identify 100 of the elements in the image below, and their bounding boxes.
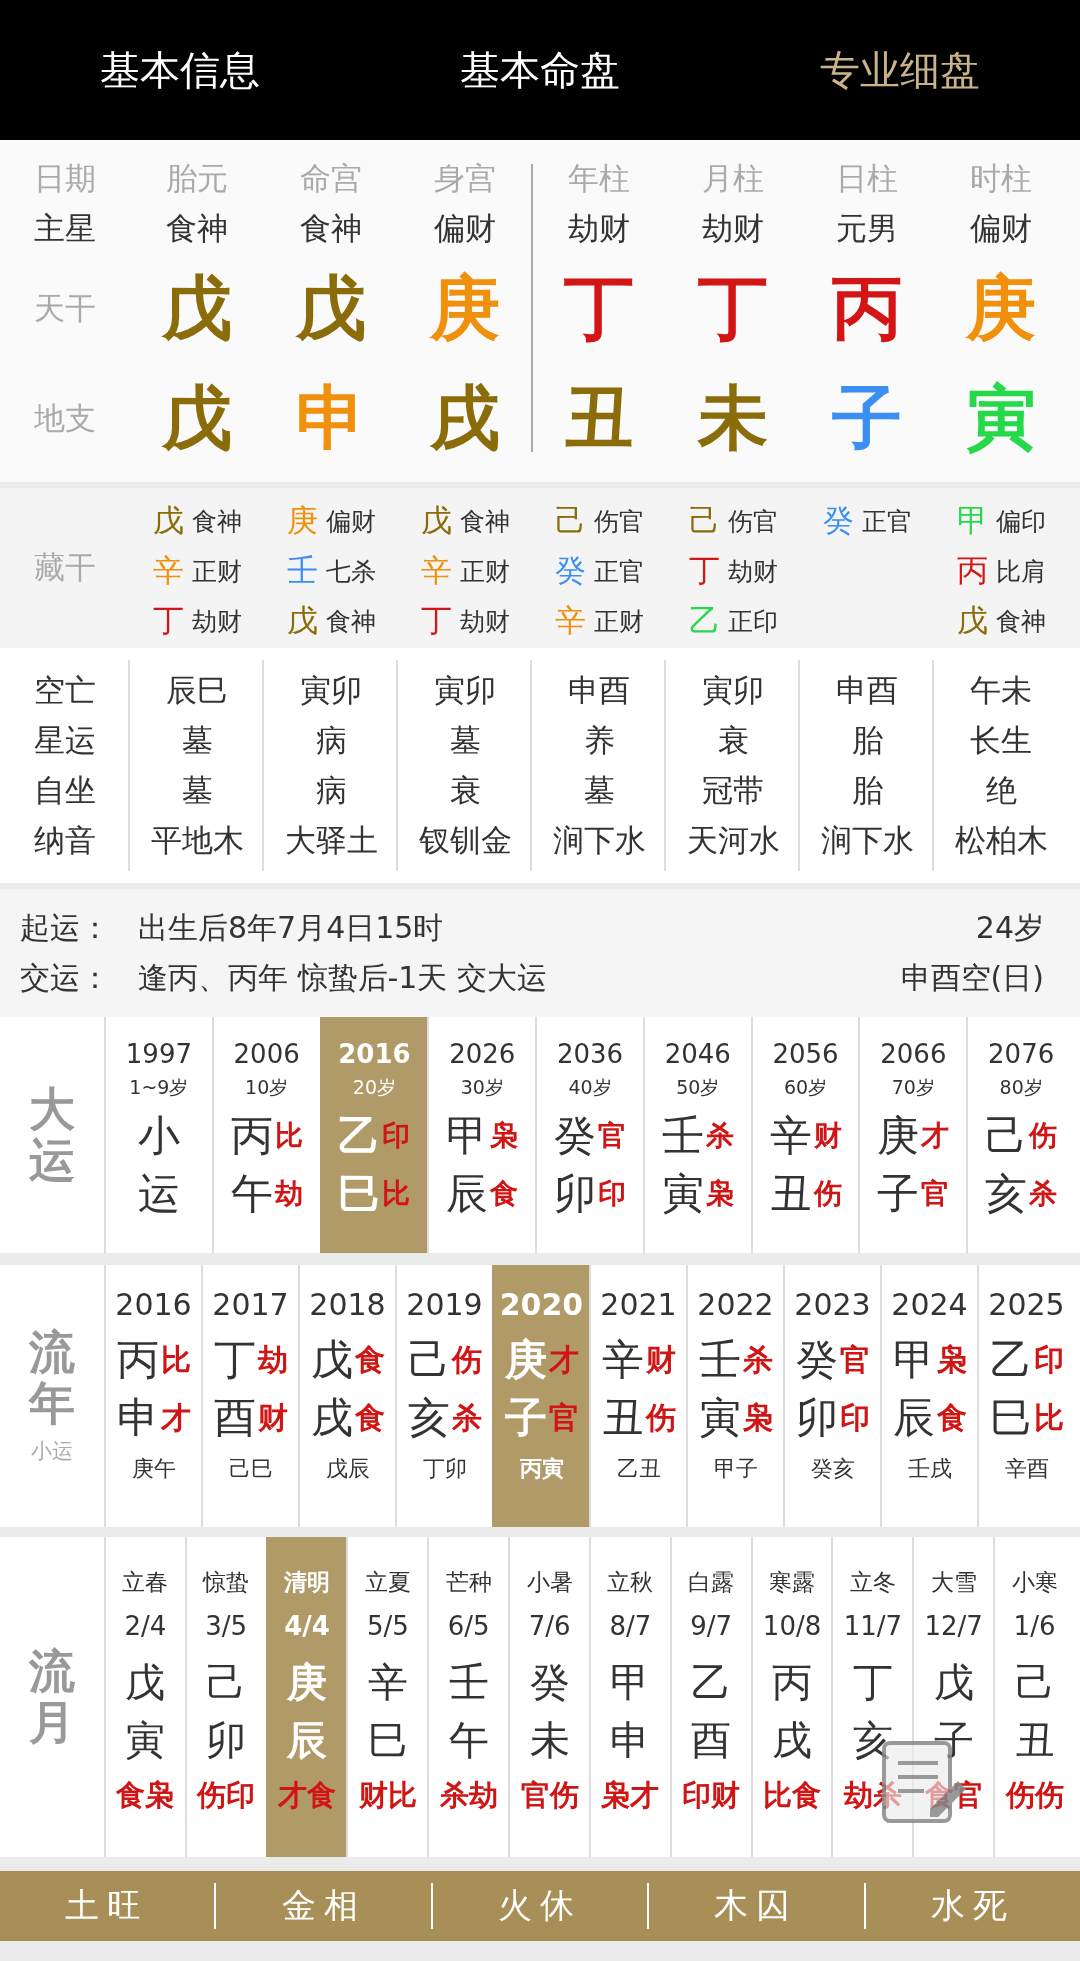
minor-luck-text: 辛酉 [1004, 1455, 1049, 1483]
row-label: 主星 [34, 209, 96, 248]
stem-char: 壬 [661, 1110, 704, 1162]
age-text: 70岁 [891, 1075, 935, 1100]
god-text: 食 [354, 1398, 385, 1437]
god-text: 正财 [593, 605, 644, 638]
minor-luck-text: 丁卯 [422, 1455, 467, 1483]
god-text: 比 [160, 1340, 191, 1379]
row-label: 天干 [34, 289, 96, 328]
god-text: 伤印 [197, 1777, 256, 1814]
god-text: 财比 [358, 1777, 417, 1814]
star-text: 劫财 [568, 209, 630, 248]
table-cell-text: 钗钏金 [417, 820, 513, 860]
stem-char: 丁 [564, 266, 634, 351]
luck-column[interactable]: 2056 60岁 辛财 丑伤 [750, 1017, 859, 1253]
column-title: 月柱 [702, 159, 764, 198]
tab[interactable]: 基本信息 [0, 42, 360, 98]
year-text: 2006 [233, 1039, 300, 1071]
branch-char: 卯 [206, 1716, 247, 1765]
god-text: 正财 [459, 555, 510, 588]
stem-char: 己 [554, 501, 586, 540]
year-text: 2018 [309, 1287, 386, 1324]
stem-char: 辛 [367, 1658, 408, 1707]
branch-char: 子 [832, 376, 902, 461]
year-column[interactable]: 2021 辛财 丑伤 乙丑 [589, 1265, 686, 1527]
minor-luck-text: 己巳 [228, 1455, 273, 1483]
minor-luck-text: 丙寅 [519, 1455, 564, 1483]
month-column[interactable]: 小暑 7/6 癸 未 官伤 [508, 1537, 589, 1857]
stem-char: 巳 [989, 1392, 1032, 1444]
month-column[interactable]: 小寒 1/6 己 丑 伤伤 [993, 1537, 1074, 1857]
year-text: 2036 [556, 1039, 624, 1071]
star-text: 食神 [300, 209, 362, 248]
branch-char: 子 [933, 1716, 974, 1765]
god-text: 比肩 [995, 555, 1046, 588]
month-column[interactable]: 寒露 10/8 丙 戌 比食 [750, 1537, 832, 1857]
month-column[interactable]: 立秋 8/7 甲 申 枭才 [588, 1537, 670, 1857]
stem-char: 己 [688, 501, 720, 540]
luck-column[interactable]: 1997 1~9岁 小 运 [104, 1017, 212, 1253]
luck-column[interactable]: 2046 50岁 壬杀 寅枭 [642, 1017, 751, 1253]
star-text: 食神 [166, 209, 228, 248]
solar-term-text: 清明 [284, 1568, 331, 1597]
row-label: 纳音 [33, 820, 97, 860]
year-column[interactable]: 2018 戊食 戌食 戊辰 [298, 1265, 395, 1527]
luck-column[interactable]: 2076 80岁 己 伤 亥杀 [966, 1017, 1075, 1253]
minor-luck-text: 甲子 [713, 1455, 758, 1483]
luck-column[interactable]: 2026 30岁 甲 枭 辰食 [427, 1017, 536, 1253]
stem-char: 辛 [554, 601, 586, 640]
column-title: 时柱 [970, 159, 1032, 198]
year-text: 2046 [664, 1039, 731, 1071]
month-column[interactable]: 立春 2/4 戊 寅 食枭 [104, 1537, 185, 1857]
table-cell-text: 病 [314, 720, 348, 760]
god-text: 官 [921, 1176, 950, 1212]
luck-column[interactable]: 2066 70岁 庚才 子官 [858, 1017, 967, 1253]
age-text: 1~9岁 [129, 1075, 189, 1100]
tab[interactable]: 专业细盘 [720, 42, 1080, 98]
table-cell-text: 寅卯 [433, 670, 497, 710]
year-column[interactable]: 2024 甲 枭 辰食 壬戌 [880, 1265, 977, 1527]
god-text: 印财 [682, 1777, 741, 1814]
stem-char: 戊 [310, 1334, 353, 1386]
year-column[interactable]: 2016 丙比 申 才 庚午 [104, 1265, 201, 1527]
luck-column[interactable]: 2036 40岁 癸官 卯 印 [535, 1017, 643, 1253]
table-cell-text: 墓 [180, 720, 214, 760]
stem-char: 乙 [989, 1334, 1032, 1386]
year-column[interactable]: 2022 壬杀 寅枭 甲子 [686, 1265, 783, 1527]
month-column[interactable]: 白露 9/7 乙 酉 印财 [669, 1537, 751, 1857]
table-cell-text: 涧下水 [819, 820, 915, 860]
branch-char: 申 [610, 1716, 651, 1765]
stem-char: 丙 [772, 1658, 813, 1707]
table-cell-text: 寅卯 [299, 670, 363, 710]
branch-char: 辰 [287, 1716, 328, 1765]
status-text: 水死 [929, 1884, 1016, 1927]
god-text: 正财 [191, 555, 242, 588]
status-text: 金相 [280, 1884, 367, 1927]
stem-char: 亥 [407, 1392, 450, 1444]
column-title: 身宫 [434, 159, 496, 198]
table-cell-text: 平地木 [149, 820, 245, 860]
stem-char: 庚 [286, 501, 318, 540]
age-text: 20岁 [352, 1075, 397, 1100]
god-text: 正官 [593, 555, 644, 588]
god-text: 食枭 [116, 1777, 175, 1814]
row-label: 空亡 [33, 670, 97, 710]
year-column[interactable]: 2023 癸官 卯印 癸亥 [783, 1265, 880, 1527]
year-column[interactable]: 2025 乙 印 巳 比 辛酉 [977, 1265, 1074, 1527]
stem-char: 卯 [554, 1168, 596, 1220]
stem-char: 戊 [933, 1658, 974, 1707]
god-text: 偏印 [995, 505, 1046, 538]
month-column[interactable]: 立冬 11/7 丁 亥 劫杀 [831, 1537, 913, 1857]
stem-char: 丁 [688, 551, 720, 590]
branch-char: 未 [698, 376, 768, 461]
info-label: 交运： [20, 958, 111, 997]
god-text: 劫财 [459, 605, 510, 638]
month-column[interactable]: 芒种 6/5 壬 午 杀劫 [427, 1537, 509, 1857]
tab[interactable]: 基本命盘 [360, 42, 720, 98]
year-column[interactable]: 2017 丁劫 酉财 己巳 [201, 1265, 298, 1527]
god-text: 才 [160, 1398, 191, 1437]
branch-char: 寅 [125, 1716, 166, 1765]
god-text: 食 [936, 1398, 967, 1437]
month-column[interactable]: 立夏 5/5 辛 巳 财比 [346, 1537, 428, 1857]
god-text: 伤 [813, 1176, 842, 1212]
stem-char: 戊 [420, 501, 452, 540]
